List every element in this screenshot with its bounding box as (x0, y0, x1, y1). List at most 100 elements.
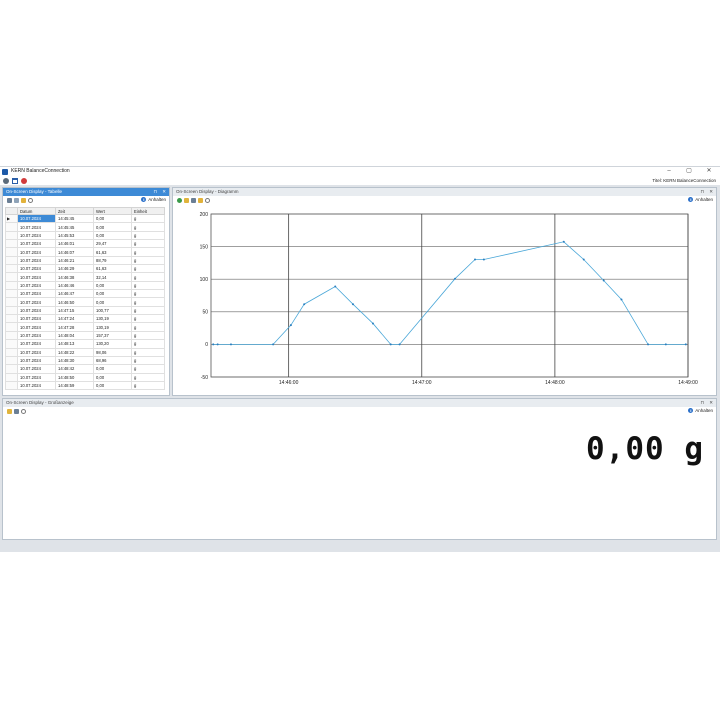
cell-wert[interactable]: 61,63 (93, 264, 132, 274)
cell-datum[interactable]: 10.07.2024 (17, 322, 56, 332)
cell-zeit[interactable]: 14:48:13 (55, 339, 94, 349)
save-icon[interactable] (7, 198, 12, 203)
cell-wert[interactable]: 130,19 (93, 314, 132, 324)
cell-zeit[interactable]: 14:47:28 (55, 322, 94, 332)
cell-datum[interactable]: 10.07.2024 (17, 380, 56, 391)
chart-print-icon[interactable] (184, 198, 189, 203)
cell-einheit[interactable]: g (131, 239, 165, 249)
table-row[interactable]: 10.07.2024 14:46:38 32,14 g (5, 272, 165, 282)
cell-wert[interactable]: 32,14 (93, 272, 132, 282)
cell-datum[interactable]: 10.07.2024 (17, 280, 56, 291)
row-header[interactable] (5, 264, 18, 274)
table-row[interactable]: 10.07.2024 14:45:53 0,00 g (5, 230, 165, 241)
table-row[interactable]: 10.07.2024 14:48:13 130,20 g (5, 339, 165, 349)
cell-wert[interactable]: 157,37 (93, 330, 132, 341)
cell-zeit[interactable]: 14:48:30 (55, 355, 94, 366)
table-row[interactable]: 10.07.2024 14:46:01 29,47 g (5, 239, 165, 249)
cell-einheit[interactable]: g (131, 314, 165, 324)
table-row[interactable]: 10.07.2024 14:45:45 0,00 g (5, 222, 165, 232)
table-row[interactable]: 10.07.2024 14:46:47 0,00 g (5, 289, 165, 299)
cell-wert[interactable]: 100,77 (93, 305, 132, 316)
cell-wert[interactable]: 0,00 (93, 280, 132, 291)
cell-einheit[interactable]: g (131, 213, 165, 224)
cell-zeit[interactable]: 14:46:01 (55, 239, 94, 249)
row-header[interactable] (5, 222, 18, 232)
column-header-zeit[interactable]: Zeit (55, 207, 94, 215)
close-icon[interactable]: ✕ (709, 189, 713, 194)
cell-datum[interactable]: 10.07.2024 (17, 347, 56, 357)
copy-icon[interactable] (14, 198, 19, 203)
cell-zeit[interactable]: 14:47:15 (55, 305, 94, 316)
cell-datum[interactable]: 10.07.2024 (17, 314, 56, 324)
cell-wert[interactable]: 0,00 (93, 297, 132, 307)
cell-zeit[interactable]: 14:45:45 (55, 213, 94, 224)
table-row[interactable]: 10.07.2024 14:46:21 88,79 g (5, 255, 165, 266)
table-row[interactable]: 10.07.2024 14:48:30 68,96 g (5, 355, 165, 366)
chart-play-icon[interactable] (177, 198, 182, 203)
edit-icon[interactable] (21, 198, 26, 203)
table-row[interactable]: 10.07.2024 14:48:50 0,00 g (5, 372, 165, 382)
cell-wert[interactable]: 0,00 (93, 372, 132, 382)
cell-wert[interactable]: 0,00 (93, 222, 132, 232)
zoom-icon[interactable] (28, 198, 33, 203)
row-header[interactable] (5, 297, 18, 307)
cell-wert[interactable]: 0,00 (93, 364, 132, 374)
table-row[interactable]: 10.07.2024 14:47:24 130,19 g (5, 314, 165, 324)
anhalten-button[interactable]: ‖ Anhalten (688, 408, 713, 413)
column-header-einheit[interactable]: Einheit (131, 207, 165, 215)
row-header[interactable] (5, 289, 18, 299)
settings-icon[interactable] (3, 177, 9, 184)
cell-zeit[interactable]: 14:47:24 (55, 314, 94, 324)
cell-zeit[interactable]: 14:45:53 (55, 230, 94, 241)
cell-einheit[interactable]: g (131, 222, 165, 232)
display-save-icon[interactable] (14, 409, 19, 414)
cell-wert[interactable]: 130,19 (93, 322, 132, 332)
cell-einheit[interactable]: g (131, 355, 165, 366)
display-folder-icon[interactable] (7, 409, 12, 414)
row-header[interactable] (5, 314, 18, 324)
minimize-button[interactable]: – (662, 167, 676, 176)
close-icon[interactable]: ✕ (162, 189, 166, 194)
cell-einheit[interactable]: g (131, 330, 165, 341)
cell-einheit[interactable]: g (131, 230, 165, 241)
table-row[interactable]: 10.07.2024 14:48:22 98,06 g (5, 347, 165, 357)
cell-einheit[interactable]: g (131, 247, 165, 257)
cell-zeit[interactable]: 14:48:42 (55, 364, 94, 374)
cell-datum[interactable]: 10.07.2024 (17, 255, 56, 266)
cell-datum[interactable]: 10.07.2024 (17, 330, 56, 341)
cell-wert[interactable]: 0,00 (93, 230, 132, 241)
cell-einheit[interactable]: g (131, 264, 165, 274)
row-header[interactable] (5, 364, 18, 374)
cell-datum[interactable]: 10.07.2024 (17, 364, 56, 374)
cell-datum[interactable]: 10.07.2024 (17, 222, 56, 232)
cell-einheit[interactable]: g (131, 289, 165, 299)
row-header[interactable]: ▶ (5, 213, 18, 224)
row-header[interactable] (5, 305, 18, 316)
cell-datum[interactable]: 10.07.2024 (17, 355, 56, 366)
table-row[interactable]: 10.07.2024 14:48:42 0,00 g (5, 364, 165, 374)
anhalten-button[interactable]: ‖ Anhalten (141, 197, 166, 202)
chart-save-icon[interactable] (191, 198, 196, 203)
cell-zeit[interactable]: 14:46:29 (55, 264, 94, 274)
cell-wert[interactable]: 88,79 (93, 255, 132, 266)
table-row[interactable]: 10.07.2024 14:46:07 61,63 g (5, 247, 165, 257)
row-header[interactable] (5, 380, 18, 391)
display-zoom-icon[interactable] (21, 409, 26, 414)
cell-einheit[interactable]: g (131, 364, 165, 374)
cell-wert[interactable]: 29,47 (93, 239, 132, 249)
row-header[interactable] (5, 247, 18, 257)
cell-wert[interactable]: 130,20 (93, 339, 132, 349)
cell-datum[interactable]: 10.07.2024 (17, 247, 56, 257)
column-header-wert[interactable]: Wert (93, 207, 132, 215)
cell-einheit[interactable]: g (131, 305, 165, 316)
pin-icon[interactable]: ⊓ (700, 400, 704, 405)
stop-icon[interactable] (21, 177, 27, 184)
close-button[interactable]: ✕ (702, 167, 716, 176)
window-icon[interactable] (12, 177, 18, 184)
cell-datum[interactable]: 10.07.2024 (17, 213, 56, 224)
cell-datum[interactable]: 10.07.2024 (17, 289, 56, 299)
row-header[interactable] (5, 322, 18, 332)
cell-datum[interactable]: 10.07.2024 (17, 305, 56, 316)
cell-einheit[interactable]: g (131, 347, 165, 357)
column-header-datum[interactable]: Datum (17, 207, 56, 215)
